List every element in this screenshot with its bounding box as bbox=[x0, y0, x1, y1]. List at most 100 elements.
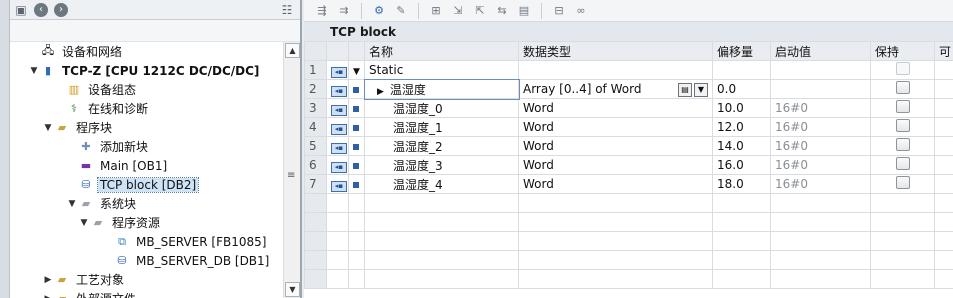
scroll-up-icon[interactable]: ▲ bbox=[285, 43, 300, 58]
back-icon[interactable]: ‹ bbox=[34, 2, 48, 17]
column-accessible[interactable]: 可 bbox=[934, 41, 953, 61]
interface-icon: ◂▪ bbox=[331, 123, 347, 135]
column-offset[interactable]: 偏移量 bbox=[712, 41, 771, 61]
tree-item-program-blocks[interactable]: ▼ ▰ 程序块 bbox=[10, 118, 284, 137]
retain-checkbox[interactable] bbox=[895, 157, 910, 170]
table-row[interactable]: 3 ◂▪ 温湿度_0 Word 10.0 16#0 bbox=[304, 98, 953, 118]
copy-snapshot-icon[interactable]: ✎ bbox=[393, 3, 409, 19]
tree-item-technology-objects[interactable]: ▶ ▰ 工艺对象 bbox=[10, 270, 284, 289]
expand-caret-icon[interactable]: ▼ bbox=[28, 66, 40, 76]
interface-icon: ◂▪ bbox=[331, 142, 347, 154]
load-start-values-icon[interactable]: ⇲ bbox=[450, 3, 466, 19]
retain-checkbox[interactable] bbox=[895, 176, 910, 189]
expand-caret-icon[interactable]: ▼ bbox=[353, 67, 360, 77]
folder-icon: ▰ bbox=[57, 121, 67, 134]
table-row[interactable]: 2 ◂▪ ▶ 温湿度 Array [0..4] of Word ▤ ▼ 0.0 bbox=[304, 78, 953, 100]
tree-toolbar: ▣ ‹ › ☷ bbox=[10, 0, 300, 20]
column-name[interactable]: 名称 bbox=[364, 41, 519, 61]
fb-block-icon: ⧉ bbox=[118, 234, 126, 248]
watch-icon[interactable]: ∞ bbox=[573, 3, 589, 19]
settings-icon[interactable]: ▤ bbox=[516, 3, 532, 19]
variable-square-icon bbox=[353, 87, 359, 93]
project-tree: 🖧 设备和网络 ▼ ▮ TCP-Z [CPU 1212C DC/DC/DC] ▥… bbox=[10, 42, 284, 298]
scroll-grip-icon[interactable]: ≡ bbox=[287, 170, 295, 181]
tree-item-program-resources[interactable]: ▼ ▰ 程序资源 bbox=[10, 213, 284, 232]
device-config-icon: ▥ bbox=[68, 83, 80, 96]
expand-all-icon[interactable]: ⊟ bbox=[551, 3, 567, 19]
interface-icon: ◂▪ bbox=[331, 104, 347, 116]
tree-item-mb-server-fb[interactable]: ⧉ MB_SERVER [FB1085] bbox=[10, 232, 284, 251]
snapshot-icon[interactable]: ⚙ bbox=[371, 3, 387, 19]
ob-block-icon: ▬ bbox=[80, 159, 92, 172]
expand-caret-icon[interactable]: ▼ bbox=[42, 123, 54, 133]
plc-icon: ▮ bbox=[44, 64, 52, 77]
empty-row[interactable] bbox=[304, 269, 953, 289]
table-row[interactable]: 7 ◂▪ 温湿度_4 Word 18.0 16#0 bbox=[304, 174, 953, 194]
tree-item-online-diagnostics[interactable]: ⚕ 在线和诊断 bbox=[10, 99, 284, 118]
column-start-value[interactable]: 启动值 bbox=[770, 41, 871, 61]
tree-item-external-sources[interactable]: ▶ ▰ 外部源文件 bbox=[10, 289, 284, 298]
tree-item-device-config[interactable]: ▥ 设备组态 bbox=[10, 80, 284, 99]
table-row[interactable]: 1 ◂▪ ▼ Static bbox=[304, 60, 953, 80]
add-block-icon: ✚ bbox=[81, 140, 91, 153]
retain-checkbox[interactable] bbox=[895, 62, 910, 75]
column-datatype[interactable]: 数据类型 bbox=[518, 41, 713, 61]
retain-checkbox[interactable] bbox=[895, 100, 910, 113]
var-name[interactable]: ▶ 温湿度 bbox=[363, 78, 520, 100]
tree-item-tcp-block-db2[interactable]: ⛁ TCP block [DB2] bbox=[10, 175, 284, 194]
interface-icon: ◂▪ bbox=[331, 66, 347, 78]
block-title: TCP block bbox=[304, 22, 953, 41]
column-retain[interactable]: 保持 bbox=[870, 41, 935, 61]
add-row-icon[interactable]: ⇉ bbox=[336, 3, 352, 19]
tree-scrollbar[interactable]: ▲ ≡ ▼ bbox=[283, 42, 300, 298]
tree-item-system-blocks[interactable]: ▼ ▰ 系统块 bbox=[10, 194, 284, 213]
forward-icon[interactable]: › bbox=[54, 2, 68, 17]
variable-square-icon bbox=[353, 125, 359, 131]
retain-checkbox[interactable] bbox=[895, 119, 910, 132]
scroll-down-icon[interactable]: ▼ bbox=[285, 282, 300, 297]
interface-icon: ◂▪ bbox=[331, 161, 347, 173]
online-diagnostics-icon: ⚕ bbox=[71, 102, 77, 115]
interface-icon: ◂▪ bbox=[331, 180, 347, 192]
datatype-dropdown-icon[interactable]: ▼ bbox=[694, 82, 708, 97]
empty-row[interactable] bbox=[304, 231, 953, 251]
new-window-icon[interactable]: ▣ bbox=[14, 3, 28, 17]
collapse-caret-icon[interactable]: ▶ bbox=[42, 294, 54, 298]
monitor-icon[interactable]: ⊞ bbox=[428, 3, 444, 19]
tree-item-plc[interactable]: ▼ ▮ TCP-Z [CPU 1212C DC/DC/DC] bbox=[10, 61, 284, 80]
empty-row[interactable] bbox=[304, 250, 953, 270]
left-collapsed-strip[interactable] bbox=[0, 0, 10, 298]
tree-item-devices-networks[interactable]: 🖧 设备和网络 bbox=[10, 42, 284, 61]
tree-item-add-block[interactable]: ✚ 添加新块 bbox=[10, 137, 284, 156]
interface-icon: ◂▪ bbox=[331, 85, 347, 97]
expand-caret-icon[interactable]: ▼ bbox=[66, 199, 78, 209]
folder-icon: ▰ bbox=[93, 216, 103, 229]
project-tree-panel: ▣ ‹ › ☷ 🖧 设备和网络 ▼ ▮ TCP-Z [CPU 1212C DC/… bbox=[10, 0, 302, 298]
var-name[interactable]: Static bbox=[364, 60, 519, 80]
table-row[interactable]: 5 ◂▪ 温湿度_2 Word 14.0 16#0 bbox=[304, 136, 953, 156]
tree-item-mb-server-db[interactable]: ⛁ MB_SERVER_DB [DB1] bbox=[10, 251, 284, 270]
tree-view-icon[interactable]: ☷ bbox=[280, 3, 294, 17]
retain-checkbox[interactable] bbox=[895, 138, 910, 151]
empty-row[interactable] bbox=[304, 212, 953, 232]
datatype-browse-icon[interactable]: ▤ bbox=[678, 82, 692, 97]
reset-start-values-icon[interactable]: ⇱ bbox=[472, 3, 488, 19]
table-row[interactable]: 4 ◂▪ 温湿度_1 Word 12.0 16#0 bbox=[304, 117, 953, 137]
expand-caret-icon[interactable]: ▼ bbox=[78, 218, 90, 228]
table-header-row: 名称 数据类型 偏移量 启动值 保持 可 bbox=[304, 41, 953, 61]
empty-row[interactable] bbox=[304, 193, 953, 213]
tree-item-main-ob1[interactable]: ▬ Main [OB1] bbox=[10, 156, 284, 175]
variable-square-icon bbox=[353, 182, 359, 188]
variable-square-icon bbox=[353, 163, 359, 169]
table-row[interactable]: 6 ◂▪ 温湿度_3 Word 16.0 16#0 bbox=[304, 155, 953, 175]
insert-row-icon[interactable]: ⇶ bbox=[314, 3, 330, 19]
datatype-field[interactable]: Array [0..4] of Word ▤ ▼ bbox=[518, 79, 713, 99]
variable-square-icon bbox=[353, 106, 359, 112]
collapse-caret-icon[interactable]: ▶ bbox=[377, 87, 384, 97]
retain-checkbox[interactable] bbox=[895, 81, 910, 94]
collapse-caret-icon[interactable]: ▶ bbox=[42, 275, 54, 285]
network-icon: 🖧 bbox=[41, 44, 55, 57]
editor-toolbar: ⇶ ⇉ ⚙ ✎ ⊞ ⇲ ⇱ ⇆ ▤ ⊟ ∞ bbox=[304, 0, 953, 22]
db-variables-table: 名称 数据类型 偏移量 启动值 保持 可 1 ◂▪ ▼ Static 2 ◂▪ … bbox=[304, 41, 953, 289]
apply-values-icon[interactable]: ⇆ bbox=[494, 3, 510, 19]
